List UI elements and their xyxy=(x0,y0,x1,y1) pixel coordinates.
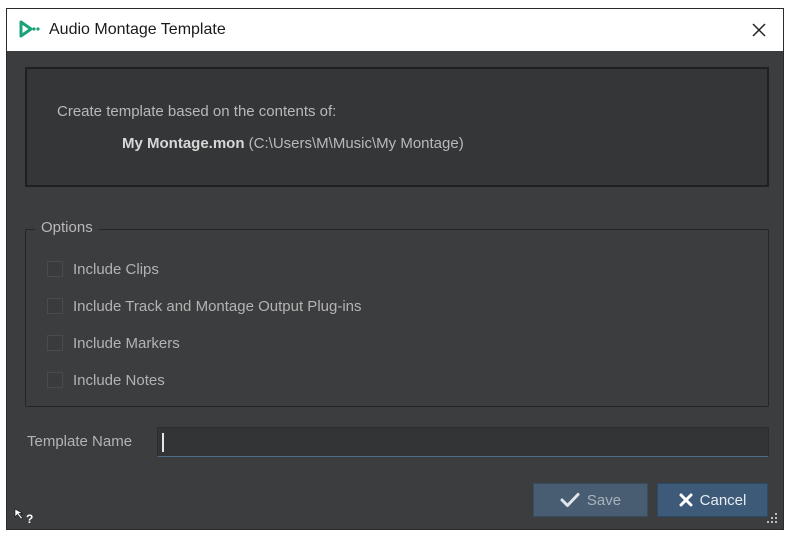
window-title: Audio Montage Template xyxy=(49,21,226,38)
dialog-window: Audio Montage Template Create template b… xyxy=(6,8,784,530)
include-markers-checkbox[interactable] xyxy=(47,335,63,351)
resize-grip-icon[interactable] xyxy=(765,511,779,525)
include-plugins-option[interactable]: Include Track and Montage Output Plug-in… xyxy=(47,295,362,317)
source-filename: My Montage.mon xyxy=(122,135,245,152)
close-icon xyxy=(752,23,766,37)
include-clips-label: Include Clips xyxy=(73,260,159,278)
include-notes-option[interactable]: Include Notes xyxy=(47,369,165,391)
save-button[interactable]: Save xyxy=(533,483,648,517)
include-notes-label: Include Notes xyxy=(73,371,165,389)
whats-this-help-icon[interactable]: ? xyxy=(13,507,37,527)
include-plugins-label: Include Track and Montage Output Plug-in… xyxy=(73,297,362,315)
cancel-label: Cancel xyxy=(699,491,747,509)
source-file: My Montage.mon (C:\Users\M\Music\My Mont… xyxy=(122,135,464,152)
include-clips-checkbox[interactable] xyxy=(47,261,63,277)
wavelab-logo-icon xyxy=(19,20,41,40)
include-notes-checkbox[interactable] xyxy=(47,372,63,388)
source-path: (C:\Users\M\Music\My Montage) xyxy=(244,135,464,152)
include-markers-option[interactable]: Include Markers xyxy=(47,332,180,354)
template-name-input[interactable] xyxy=(157,427,769,457)
template-name-label: Template Name xyxy=(27,433,133,450)
include-clips-option[interactable]: Include Clips xyxy=(47,258,159,280)
checkmark-icon xyxy=(560,492,580,508)
svg-text:?: ? xyxy=(26,512,33,526)
text-caret xyxy=(162,433,164,452)
save-label: Save xyxy=(586,491,622,509)
cancel-button[interactable]: Cancel xyxy=(657,483,768,517)
source-description: Create template based on the contents of… xyxy=(57,103,337,120)
include-plugins-checkbox[interactable] xyxy=(47,298,63,314)
include-markers-label: Include Markers xyxy=(73,334,180,352)
title-bar: Audio Montage Template xyxy=(7,9,783,51)
x-icon xyxy=(679,493,693,507)
source-info-panel: Create template based on the contents of… xyxy=(25,67,769,187)
close-button[interactable] xyxy=(745,16,773,44)
options-legend: Options xyxy=(35,219,99,236)
